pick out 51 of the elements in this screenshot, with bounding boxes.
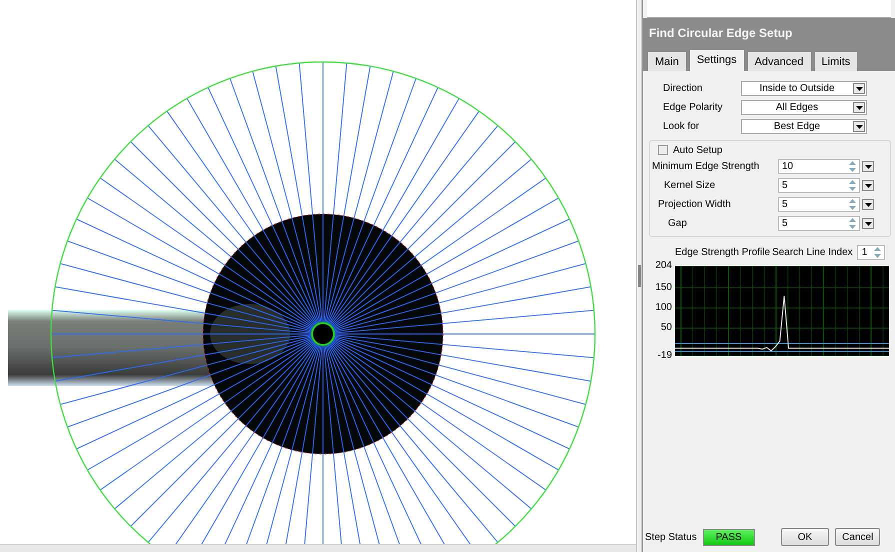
axis-tick-label: 100 [655, 302, 672, 313]
dropdown-button[interactable] [862, 199, 874, 210]
caret-icon [856, 106, 862, 110]
numeric-field[interactable]: 10 [778, 159, 860, 174]
field-label: Kernel Size [663, 180, 716, 191]
dialog-title: Find Circular Edge Setup [643, 18, 895, 47]
numeric-field[interactable]: 5 [778, 216, 860, 231]
caret-icon [864, 202, 872, 206]
spinner-icon [848, 179, 857, 192]
cancel-button[interactable]: Cancel [835, 528, 880, 546]
caret-icon [864, 164, 872, 168]
dropdown-button[interactable] [862, 218, 874, 229]
tab[interactable]: Advanced [746, 51, 812, 71]
numeric-field[interactable]: 1 [856, 245, 886, 260]
tab[interactable]: Settings [688, 49, 745, 71]
ok-button[interactable]: OK [780, 528, 830, 546]
field-label: Edge Polarity [663, 102, 724, 113]
tab[interactable]: Limits [814, 51, 858, 71]
dropdown-button[interactable] [862, 161, 874, 172]
checkbox[interactable] [658, 145, 668, 155]
axis-tick-label: 150 [655, 282, 672, 293]
caret-icon [864, 222, 872, 226]
field-label: Gap [667, 218, 688, 229]
dropdown[interactable]: All Edges [741, 100, 867, 115]
field-label: Step Status [645, 532, 697, 542]
axis-tick-label: 204 [655, 261, 672, 271]
spinner-icon [848, 217, 857, 230]
checkbox-label: Auto Setup [673, 144, 722, 156]
field-label: Look for [663, 121, 700, 132]
field-label: Search Line Index [772, 247, 853, 258]
caret-icon [856, 124, 862, 128]
dropdown-button[interactable] [862, 180, 874, 191]
tab[interactable]: Main [647, 51, 687, 71]
numeric-field[interactable]: 5 [778, 197, 860, 212]
axis-tick-label: 50 [660, 323, 672, 334]
dropdown[interactable]: Best Edge [741, 119, 867, 134]
caret-icon [864, 184, 872, 188]
status-indicator: PASS [702, 528, 755, 546]
field-label: Direction [663, 83, 704, 94]
dropdown[interactable]: Inside to Outside [741, 81, 867, 96]
axis-tick-label: -19 [658, 351, 672, 361]
spinner-icon [848, 160, 857, 173]
caret-icon [856, 86, 862, 90]
chart-title: Edge Strength Profile [675, 247, 770, 258]
field-label: Projection Width [657, 199, 732, 210]
horizontal-scrollbar[interactable] [0, 544, 636, 552]
field-label: Minimum Edge Strength [652, 161, 760, 172]
numeric-field[interactable]: 5 [778, 178, 860, 193]
spinner-icon [848, 198, 857, 211]
spinner-icon [873, 246, 882, 259]
grip-icon [638, 265, 640, 287]
